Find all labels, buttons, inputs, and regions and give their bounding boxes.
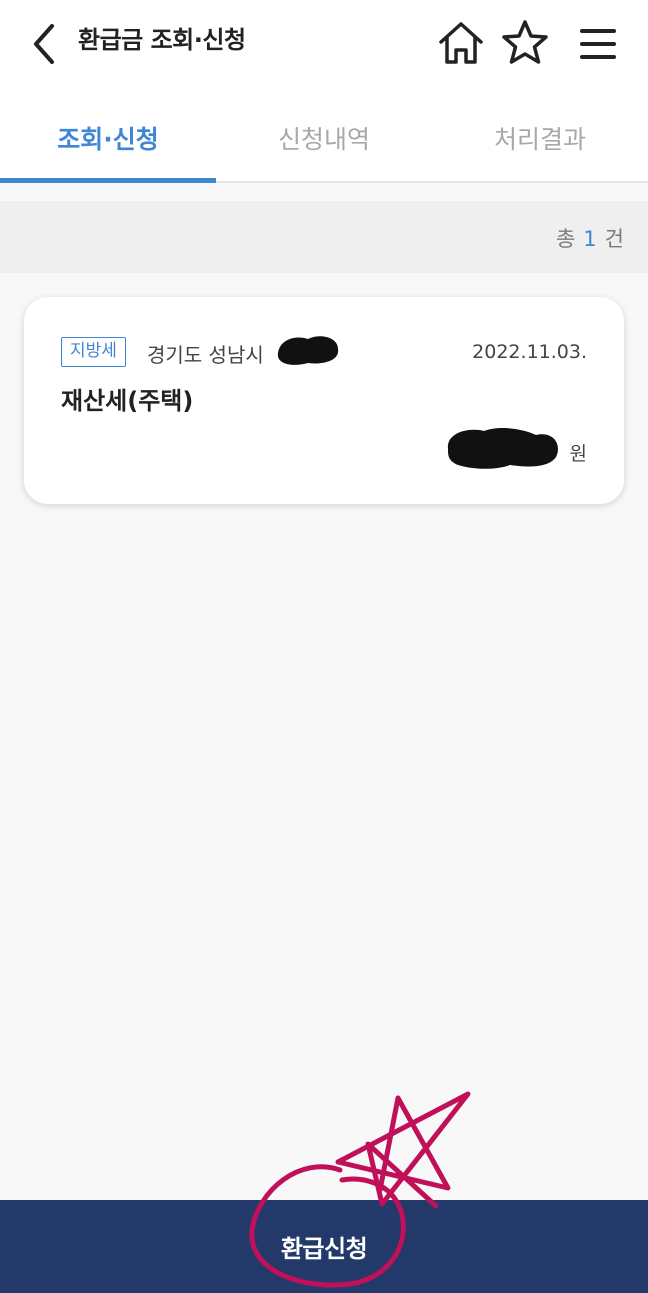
redaction-mark (277, 336, 339, 365)
menu-button[interactable] (574, 18, 624, 68)
favorite-button[interactable] (500, 18, 550, 68)
tax-region: 경기도 성남시 (147, 343, 264, 367)
hamburger-menu-icon (580, 29, 616, 59)
tab-processing-result[interactable]: 처리결과 (432, 92, 648, 183)
result-count-bar: 총1건 (0, 201, 648, 273)
tax-type-badge: 지방세 (61, 337, 126, 367)
tab-bar: 조회·신청 신청내역 처리결과 (0, 92, 648, 183)
refund-date: 2022.11.03. (472, 341, 587, 363)
redaction-mark (447, 428, 558, 469)
result-count: 총1건 (556, 223, 624, 253)
tax-item-name: 재산세(주택) (61, 387, 194, 415)
count-suffix: 건 (604, 227, 624, 251)
back-button[interactable] (28, 22, 62, 66)
home-button[interactable] (436, 18, 486, 68)
refund-item-card[interactable]: 지방세 경기도 성남시 2022.11.03. 재산세(주택) 원 (24, 297, 624, 504)
star-icon (502, 20, 548, 64)
app-header: 환급금 조회·신청 (0, 0, 648, 92)
refund-apply-label: 환급신청 (280, 1235, 368, 1263)
home-icon (439, 22, 483, 64)
count-number: 1 (583, 227, 597, 251)
tab-application-history[interactable]: 신청내역 (216, 92, 432, 183)
refund-apply-button[interactable]: 환급신청 (0, 1200, 648, 1293)
amount-unit: 원 (569, 443, 587, 465)
page-title: 환급금 조회·신청 (78, 26, 246, 54)
tab-label: 조회·신청 (57, 124, 159, 154)
active-tab-indicator (0, 178, 216, 183)
chevron-left-icon (34, 24, 54, 64)
count-prefix: 총 (555, 227, 576, 251)
tab-label: 신청내역 (277, 124, 370, 154)
tab-inquiry-apply[interactable]: 조회·신청 (0, 92, 216, 183)
tab-label: 처리결과 (493, 124, 586, 154)
